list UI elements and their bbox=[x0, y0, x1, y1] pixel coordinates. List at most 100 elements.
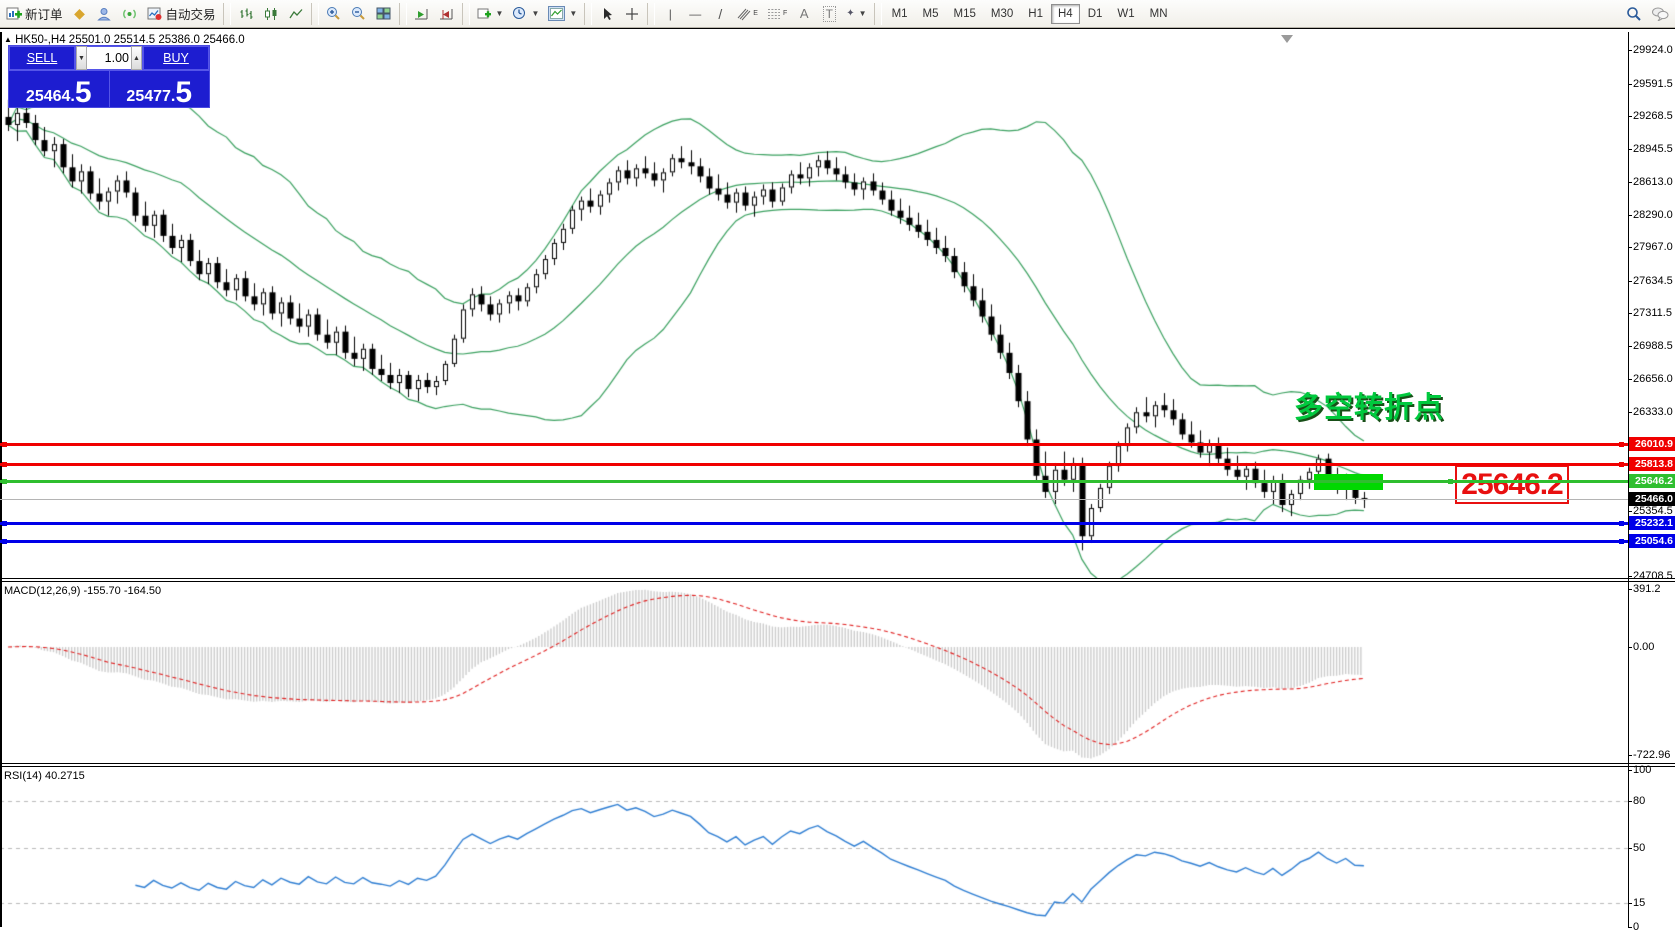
trendline-icon: / bbox=[718, 6, 722, 22]
channel-tool[interactable]: E bbox=[733, 2, 762, 25]
horizontal-line-25813.8[interactable] bbox=[0, 463, 1628, 466]
chart-shift-marker[interactable] bbox=[1281, 35, 1293, 43]
buy-price[interactable]: 25477.5 bbox=[110, 71, 210, 107]
tick-mark bbox=[1628, 927, 1632, 928]
timeframe-m1[interactable]: M1 bbox=[885, 4, 915, 24]
buy-button[interactable]: BUY bbox=[143, 46, 209, 70]
separator bbox=[874, 3, 882, 25]
gold-icon: ◆ bbox=[74, 5, 85, 22]
price-tick-label: 27967.0 bbox=[1633, 241, 1673, 253]
chat-button[interactable] bbox=[1647, 2, 1673, 25]
tick-mark bbox=[1628, 755, 1632, 756]
horizontal-line-25054.6[interactable] bbox=[0, 540, 1628, 543]
sell-price[interactable]: 25464.5 bbox=[9, 71, 110, 107]
line-marker[interactable] bbox=[2, 539, 7, 544]
horizontal-line-icon: — bbox=[689, 7, 701, 21]
price-tick-label: 100 bbox=[1633, 764, 1651, 776]
line-marker[interactable] bbox=[1619, 462, 1624, 467]
text-tool[interactable]: A bbox=[792, 2, 816, 25]
volume-up-button[interactable]: ▲ bbox=[131, 46, 142, 70]
timeframe-d1[interactable]: D1 bbox=[1081, 4, 1110, 24]
main-macd-separator[interactable] bbox=[0, 578, 1675, 579]
fibonacci-tool[interactable]: F bbox=[763, 2, 791, 25]
horizontal-line-tool[interactable]: — bbox=[683, 2, 707, 25]
template-dropdown[interactable]: ▼ bbox=[544, 2, 581, 25]
vertical-line-tool[interactable]: | bbox=[658, 2, 682, 25]
volume-input[interactable] bbox=[87, 50, 131, 66]
line-marker[interactable] bbox=[2, 521, 7, 526]
signals-button[interactable] bbox=[118, 2, 142, 25]
text-icon: A bbox=[800, 6, 809, 21]
horizontal-line-25232.1[interactable] bbox=[0, 522, 1628, 525]
tick-mark bbox=[1628, 576, 1632, 577]
line-marker[interactable] bbox=[1448, 479, 1453, 484]
sell-button[interactable]: SELL bbox=[9, 46, 75, 70]
price-tick-label: 28945.5 bbox=[1633, 143, 1673, 155]
separator bbox=[311, 3, 319, 25]
zoom-out-button[interactable] bbox=[347, 2, 371, 25]
bar-chart-button[interactable] bbox=[234, 2, 258, 25]
cursor-button[interactable] bbox=[595, 2, 619, 25]
line-marker[interactable] bbox=[1619, 521, 1624, 526]
turning-point-annotation[interactable]: 多空转折点 bbox=[1294, 384, 1444, 426]
tick-mark bbox=[1628, 903, 1632, 904]
shapes-dropdown[interactable]: ✦▼ bbox=[842, 2, 870, 25]
search-button[interactable] bbox=[1622, 2, 1646, 25]
tick-mark bbox=[1628, 412, 1632, 413]
chart-shift-button[interactable] bbox=[435, 2, 459, 25]
horizontal-line-25646.2[interactable] bbox=[0, 480, 1628, 483]
trendline-tool[interactable]: / bbox=[708, 2, 732, 25]
line-marker[interactable] bbox=[2, 462, 7, 467]
tick-mark bbox=[1628, 770, 1632, 771]
price-tick-label: -722.96 bbox=[1633, 749, 1670, 761]
profile-button[interactable] bbox=[93, 2, 117, 25]
autotrading-button[interactable]: 自动交易 bbox=[143, 2, 220, 25]
label-tool[interactable]: T bbox=[817, 2, 841, 25]
label-icon: T bbox=[823, 6, 836, 22]
gold-button[interactable]: ◆ bbox=[68, 2, 92, 25]
period-dropdown[interactable]: ▼ bbox=[508, 2, 543, 25]
one-click-trading-panel: SELL ▼ ▲ BUY 25464.5 25477.5 bbox=[8, 45, 210, 108]
new-order-button[interactable]: 新订单 bbox=[2, 2, 67, 25]
chart-window[interactable]: ▲ HK50-,H4 25501.0 25514.5 25386.0 25466… bbox=[0, 28, 1675, 949]
new-chart-dropdown[interactable]: ▼ bbox=[473, 2, 508, 25]
tick-mark bbox=[1628, 247, 1632, 248]
tick-mark bbox=[1628, 848, 1632, 849]
one-click-toggle-icon[interactable]: ▲ bbox=[4, 35, 12, 44]
dropdown-arrow-icon: ▼ bbox=[531, 9, 539, 18]
timeframe-w1[interactable]: W1 bbox=[1110, 4, 1141, 24]
separator bbox=[462, 3, 470, 25]
tile-windows-button[interactable] bbox=[372, 2, 396, 25]
timeframe-m15[interactable]: M15 bbox=[947, 4, 983, 24]
mt4-window: 新订单 ◆ 自动交易 ▼ ▼ ▼ | — / E bbox=[0, 0, 1675, 949]
price-chart-canvas[interactable] bbox=[0, 29, 1675, 949]
line-marker[interactable] bbox=[1619, 539, 1624, 544]
chat-icon bbox=[1651, 6, 1669, 21]
candlestick-chart-button[interactable] bbox=[259, 2, 283, 25]
line-marker[interactable] bbox=[1619, 442, 1624, 447]
separator bbox=[223, 3, 231, 25]
horizontal-line-26010.9[interactable] bbox=[0, 443, 1628, 446]
price-tick-label: 26656.0 bbox=[1633, 373, 1673, 385]
zoom-in-button[interactable] bbox=[322, 2, 346, 25]
timeframe-m30[interactable]: M30 bbox=[984, 4, 1020, 24]
new-order-label: 新订单 bbox=[25, 4, 63, 23]
price-tick-label: 28613.0 bbox=[1633, 176, 1673, 188]
tick-mark bbox=[1628, 379, 1632, 380]
volume-down-button[interactable]: ▼ bbox=[76, 46, 87, 70]
fibonacci-icon bbox=[767, 7, 782, 21]
price-tick-label: 50 bbox=[1633, 842, 1645, 854]
auto-scroll-button[interactable] bbox=[410, 2, 434, 25]
line-marker[interactable] bbox=[2, 442, 7, 447]
autotrading-icon bbox=[147, 7, 163, 21]
line-chart-button[interactable] bbox=[284, 2, 308, 25]
timeframe-h4[interactable]: H4 bbox=[1051, 4, 1080, 24]
line-marker[interactable] bbox=[2, 479, 7, 484]
timeframe-mn[interactable]: MN bbox=[1143, 4, 1175, 24]
crosshair-button[interactable] bbox=[620, 2, 644, 25]
dropdown-arrow-icon: ▼ bbox=[859, 9, 867, 18]
timeframe-h1[interactable]: H1 bbox=[1021, 4, 1050, 24]
macd-rsi-separator[interactable] bbox=[0, 763, 1675, 764]
timeframe-m5[interactable]: M5 bbox=[916, 4, 946, 24]
zoom-in-icon bbox=[326, 6, 341, 21]
